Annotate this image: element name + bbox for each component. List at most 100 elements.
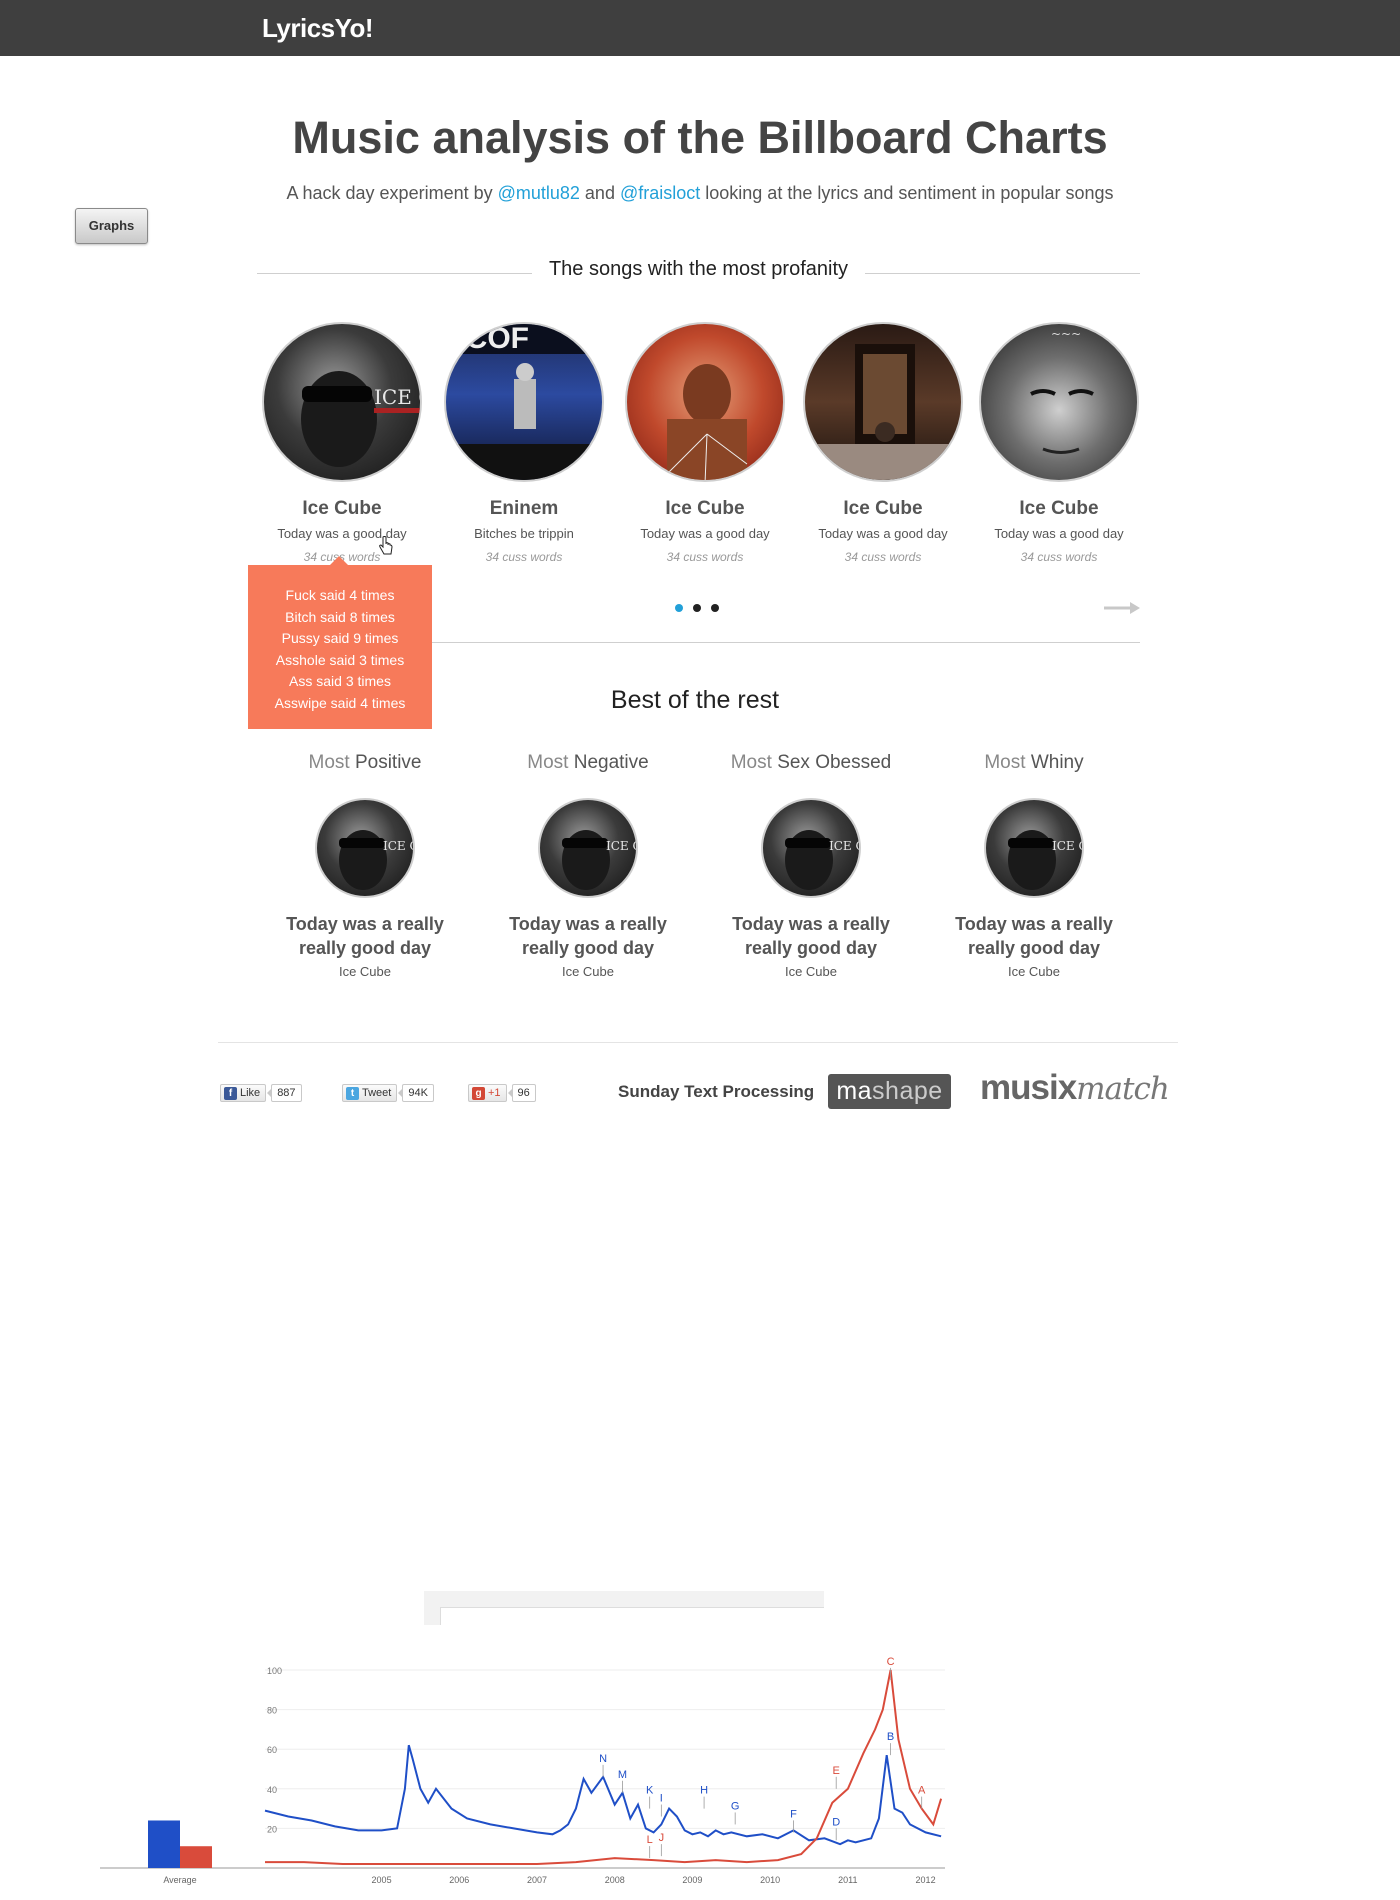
song-card[interactable]: NCOF Eninem Bitches be trippin 34 cuss w… (439, 322, 609, 564)
annotation-label: N (599, 1753, 607, 1765)
cuss-count: 34 cuss words (485, 550, 563, 564)
page-subtitle: A hack day experiment by @mutlu82 and @f… (0, 183, 1400, 204)
song-artist: Ice Cube (1019, 498, 1099, 519)
google-plus-button[interactable]: g +1 (468, 1084, 507, 1102)
rest-song-title: Today was a really really good day (939, 912, 1129, 960)
rest-heading: Most Positive (270, 752, 460, 774)
x-tick-label: 2009 (682, 1875, 702, 1885)
y-tick-label: 100 (267, 1666, 282, 1676)
rest-heading: Most Whiny (939, 752, 1129, 774)
annotation-label: A (918, 1785, 926, 1797)
next-arrow-icon[interactable] (1104, 600, 1140, 616)
album-cover-image[interactable]: ICE CU (262, 322, 422, 482)
cuss-count: 34 cuss words (844, 550, 922, 564)
song-card[interactable]: Ice Cube Today was a good day 34 cuss wo… (620, 322, 790, 564)
rest-song-artist: Ice Cube (784, 964, 838, 979)
top-navbar: LyricsYo! (0, 0, 1400, 56)
annotation-label: M (618, 1769, 627, 1781)
musixmatch-logo[interactable]: musixmatch (980, 1068, 1170, 1108)
album-cover-image[interactable] (803, 322, 963, 482)
facebook-like-button[interactable]: f Like (220, 1084, 267, 1102)
trend-chart: 20 40 60 80 100 2005 2006 2007 2008 2009 2010 2011 2… (100, 1656, 945, 1885)
album-thumb-image[interactable]: ICE CU (538, 798, 638, 898)
song-title: Bitches be trippin (474, 526, 574, 541)
song-card[interactable]: ~~~ Ice Cube Today was a good day 34 cus… (974, 322, 1144, 564)
facebook-like-widget: f Like 887 (220, 1083, 302, 1103)
subtitle-text: and (579, 183, 620, 203)
y-tick-label: 60 (267, 1745, 277, 1755)
rest-song-title-line: really good day (521, 938, 655, 958)
rest-item-negative[interactable]: Most Negative ICE CU Today was a really r… (493, 752, 683, 979)
twitter-bird-icon: t (346, 1086, 359, 1100)
annotation-label: J (659, 1832, 665, 1844)
song-artist: Eninem (489, 498, 559, 519)
average-bar (180, 1846, 212, 1868)
svg-text:ICE CU: ICE CU (606, 839, 638, 853)
mashape-logo[interactable]: mashape (828, 1074, 951, 1109)
x-tick-label: 2007 (527, 1875, 547, 1885)
carousel-pager (675, 604, 735, 616)
divider (865, 273, 1140, 274)
svg-text:ICE CU: ICE CU (374, 385, 422, 409)
pager-dot[interactable] (711, 604, 719, 612)
svg-text:NCOF: NCOF (446, 324, 529, 355)
rest-song-artist: Ice Cube (1007, 964, 1061, 979)
tweet-button[interactable]: t Tweet (342, 1084, 398, 1102)
facebook-like-label: Like (240, 1087, 261, 1099)
average-label: Average (163, 1875, 196, 1885)
album-thumb-image[interactable]: ICE CU (761, 798, 861, 898)
rest-heading-label: Negative (573, 752, 649, 773)
album-art: ICE CU (562, 830, 638, 890)
pager-dot-active[interactable] (675, 604, 683, 612)
subtitle-text: looking at the lyrics and sentiment in p… (700, 183, 1114, 203)
album-thumb-image[interactable]: ICE CU (984, 798, 1084, 898)
rest-heading-label: Whiny (1030, 752, 1084, 773)
rest-heading-prefix: Most (730, 752, 772, 773)
rest-song-title-line: really good day (744, 938, 878, 958)
album-art: ICE CU (301, 371, 422, 467)
cuss-count: 34 cuss words (666, 550, 744, 564)
rest-item-positive[interactable]: Most Positive ICE CU Today was a really r… (270, 752, 460, 979)
album-art: ICE CU (339, 830, 415, 890)
album-art (666, 364, 748, 480)
album-thumb-image[interactable]: ICE CU (315, 798, 415, 898)
album-art: ICE CU (1008, 830, 1082, 890)
rest-song-title-line: Today was a really (955, 914, 1113, 934)
musixmatch-logo-part: match (1076, 1071, 1170, 1107)
rest-heading-label: Sex Obessed (777, 752, 892, 773)
facebook-like-count: 887 (267, 1084, 302, 1102)
annotation-label: G (731, 1800, 740, 1812)
y-tick-label: 20 (267, 1824, 277, 1834)
album-art: NCOF (446, 324, 602, 480)
song-title: Today was a good day (640, 526, 770, 541)
song-card[interactable]: ICE CU Ice Cube Today was a good day 34 … (257, 322, 427, 564)
brand-logo[interactable]: LyricsYo! (262, 13, 374, 44)
album-cover-image[interactable]: ~~~ (979, 322, 1139, 482)
author-link-mutlu82[interactable]: @mutlu82 (498, 183, 580, 203)
x-tick-label: 2012 (916, 1875, 936, 1885)
album-art (805, 344, 961, 480)
rest-item-sex-obsessed[interactable]: Most Sex Obessed ICE CU Today was a real… (716, 752, 906, 979)
song-artist: Ice Cube (843, 498, 923, 519)
rest-song-artist: Ice Cube (338, 964, 392, 979)
y-tick-label: 80 (267, 1706, 277, 1716)
graphs-button[interactable]: Graphs (75, 208, 148, 244)
annotation-label: H (700, 1785, 708, 1797)
sponsor-sunday-text-processing[interactable]: Sunday Text Processing (618, 1082, 814, 1102)
rest-heading-prefix: Most (308, 752, 350, 773)
song-title: Today was a good day (818, 526, 948, 541)
author-link-fraisloct[interactable]: @fraisloct (620, 183, 700, 203)
embedded-frame-inner (440, 1607, 824, 1625)
tweet-label: Tweet (362, 1087, 392, 1099)
tooltip-line: Bitch said 8 times (285, 608, 395, 625)
pager-dot[interactable] (693, 604, 701, 612)
rest-song-title-line: Today was a really (286, 914, 444, 934)
svg-text:ICE CU: ICE CU (383, 839, 415, 853)
rest-heading: Most Sex Obessed (716, 752, 906, 774)
album-cover-image[interactable]: NCOF (444, 322, 604, 482)
album-cover-image[interactable] (625, 322, 785, 482)
best-of-rest-grid: Most Positive ICE CU Today was a really r… (270, 752, 1170, 982)
rest-item-whiny[interactable]: Most Whiny ICE CU Today was a really real… (939, 752, 1129, 979)
google-plus-widget: g +1 96 (468, 1083, 536, 1103)
song-card[interactable]: Ice Cube Today was a good day 34 cuss wo… (798, 322, 968, 564)
